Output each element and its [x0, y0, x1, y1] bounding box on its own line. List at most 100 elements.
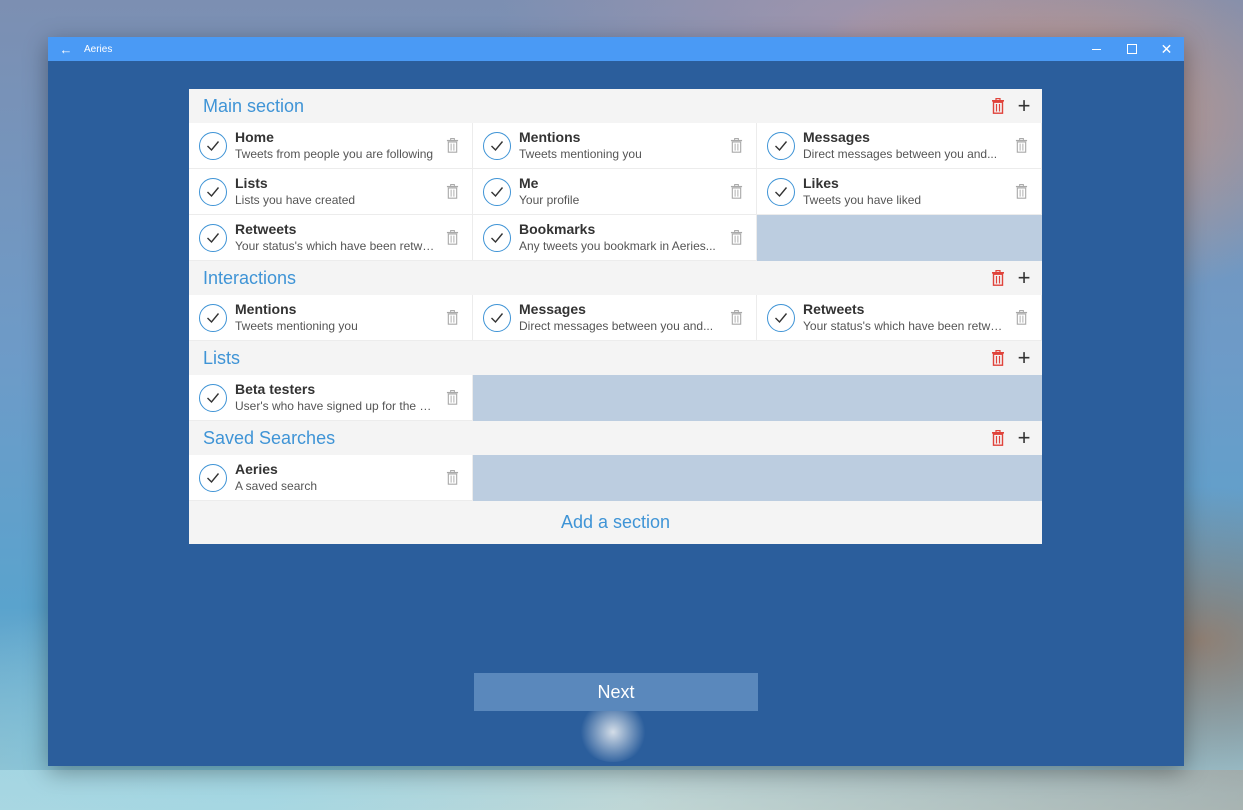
item-title: Mentions: [519, 128, 581, 145]
checkmark-circle-icon[interactable]: [483, 303, 511, 332]
timeline-item[interactable]: Mentions Tweets mentioning you: [189, 295, 473, 341]
checkmark-circle-icon[interactable]: [767, 131, 795, 160]
checkmark-circle-icon[interactable]: [199, 383, 227, 412]
timeline-item[interactable]: Messages Direct messages between you and.…: [473, 295, 757, 341]
add-item-plus-icon[interactable]: +: [1014, 267, 1034, 289]
section-header: Lists +: [189, 341, 1042, 375]
section-title: Main section: [203, 95, 305, 116]
timeline-item[interactable]: Retweets Your status's which have been re…: [189, 215, 473, 261]
maximize-button[interactable]: [1114, 37, 1149, 61]
section-title: Interactions: [203, 267, 297, 288]
checkmark-circle-icon[interactable]: [199, 177, 227, 206]
timeline-item[interactable]: Messages Direct messages between you and.…: [757, 123, 1042, 169]
trash-icon[interactable]: [444, 137, 460, 155]
section-items-grid: Mentions Tweets mentioning you Messages Di…: [189, 295, 1042, 341]
item-text: Lists Lists you have created: [235, 175, 436, 207]
delete-section-trash-icon[interactable]: [988, 268, 1008, 288]
section-items-grid: Home Tweets from people you are following…: [189, 123, 1042, 261]
item-title: Beta testers: [235, 380, 316, 397]
timeline-item[interactable]: Bookmarks Any tweets you bookmark in Aeri…: [473, 215, 757, 261]
timeline-item[interactable]: Me Your profile: [473, 169, 757, 215]
add-section-button[interactable]: Add a section: [189, 501, 1042, 544]
app-window: ← Aeries ✕ Main section + Home Tweets fro…: [48, 37, 1184, 766]
item-subtitle: User's who have signed up for the b...: [235, 398, 436, 413]
section-header: Main section +: [189, 89, 1042, 123]
checkmark-circle-icon[interactable]: [199, 131, 227, 160]
add-item-plus-icon[interactable]: +: [1014, 427, 1034, 449]
next-button[interactable]: Next: [474, 673, 758, 711]
item-text: Likes Tweets you have liked: [803, 175, 1005, 207]
checkmark-circle-icon[interactable]: [483, 131, 511, 160]
item-title: Mentions: [235, 300, 297, 317]
item-text: Mentions Tweets mentioning you: [519, 129, 720, 161]
window-title: Aeries: [84, 43, 113, 55]
trash-icon[interactable]: [444, 389, 460, 407]
item-text: Messages Direct messages between you and.…: [519, 301, 720, 333]
item-title: Messages: [519, 300, 586, 317]
item-subtitle: Tweets from people you are following: [235, 146, 434, 161]
section-header: Interactions +: [189, 261, 1042, 295]
timeline-item[interactable]: Lists Lists you have created: [189, 169, 473, 215]
delete-section-trash-icon[interactable]: [988, 348, 1008, 368]
item-subtitle: Lists you have created: [235, 192, 356, 207]
delete-section-trash-icon[interactable]: [988, 428, 1008, 448]
item-title: Me: [519, 174, 539, 191]
title-bar: ← Aeries ✕: [48, 37, 1184, 61]
timeline-item[interactable]: Mentions Tweets mentioning you: [473, 123, 757, 169]
trash-icon[interactable]: [444, 309, 460, 327]
item-text: Retweets Your status's which have been re…: [803, 301, 1005, 333]
section-title: Saved Searches: [203, 427, 336, 448]
timeline-item[interactable]: Beta testers User's who have signed up fo…: [189, 375, 473, 421]
item-text: Home Tweets from people you are following: [235, 129, 436, 161]
item-subtitle: Your profile: [519, 192, 580, 207]
item-subtitle: Any tweets you bookmark in Aeries...: [519, 238, 716, 253]
trash-icon[interactable]: [728, 309, 744, 327]
add-item-plus-icon[interactable]: +: [1014, 347, 1034, 369]
trash-icon[interactable]: [444, 183, 460, 201]
item-title: Aeries: [235, 460, 278, 477]
checkmark-circle-icon[interactable]: [199, 303, 227, 332]
item-subtitle: Direct messages between you and...: [803, 146, 998, 161]
timeline-item[interactable]: Aeries A saved search: [189, 455, 473, 501]
timeline-item[interactable]: Likes Tweets you have liked: [757, 169, 1042, 215]
checkmark-circle-icon[interactable]: [483, 177, 511, 206]
checkmark-circle-icon[interactable]: [199, 223, 227, 252]
trash-icon[interactable]: [728, 229, 744, 247]
item-title: Lists: [235, 174, 268, 191]
item-text: Me Your profile: [519, 175, 720, 207]
item-title: Home: [235, 128, 274, 145]
item-subtitle: Your status's which have been retwe...: [803, 318, 1005, 333]
close-button[interactable]: ✕: [1149, 37, 1184, 61]
timeline-item[interactable]: Home Tweets from people you are following: [189, 123, 473, 169]
trash-icon[interactable]: [728, 183, 744, 201]
trash-icon[interactable]: [444, 469, 460, 487]
item-subtitle: Direct messages between you and...: [519, 318, 714, 333]
item-title: Retweets: [235, 220, 297, 237]
add-item-plus-icon[interactable]: +: [1014, 95, 1034, 117]
checkmark-circle-icon[interactable]: [483, 223, 511, 252]
trash-icon[interactable]: [444, 229, 460, 247]
checkmark-circle-icon[interactable]: [199, 463, 227, 492]
item-text: Retweets Your status's which have been re…: [235, 221, 436, 253]
item-title: Bookmarks: [519, 220, 596, 237]
section-items-grid: Beta testers User's who have signed up fo…: [189, 375, 1042, 421]
checkmark-circle-icon[interactable]: [767, 303, 795, 332]
timeline-item[interactable]: Retweets Your status's which have been re…: [757, 295, 1042, 341]
checkmark-circle-icon[interactable]: [767, 177, 795, 206]
delete-section-trash-icon[interactable]: [988, 96, 1008, 116]
section-items-grid: Aeries A saved search: [189, 455, 1042, 501]
item-text: Mentions Tweets mentioning you: [235, 301, 436, 333]
trash-icon[interactable]: [728, 137, 744, 155]
item-subtitle: Your status's which have been retwe...: [235, 238, 436, 253]
trash-icon[interactable]: [1013, 309, 1029, 327]
item-title: Likes: [803, 174, 839, 191]
item-text: Bookmarks Any tweets you bookmark in Aeri…: [519, 221, 720, 253]
item-subtitle: A saved search: [235, 478, 318, 493]
trash-icon[interactable]: [1013, 183, 1029, 201]
item-title: Messages: [803, 128, 870, 145]
minimize-button[interactable]: [1079, 37, 1114, 61]
trash-icon[interactable]: [1013, 137, 1029, 155]
item-title: Retweets: [803, 300, 865, 317]
empty-slot: [473, 375, 1042, 421]
back-arrow-icon[interactable]: ←: [48, 42, 84, 57]
